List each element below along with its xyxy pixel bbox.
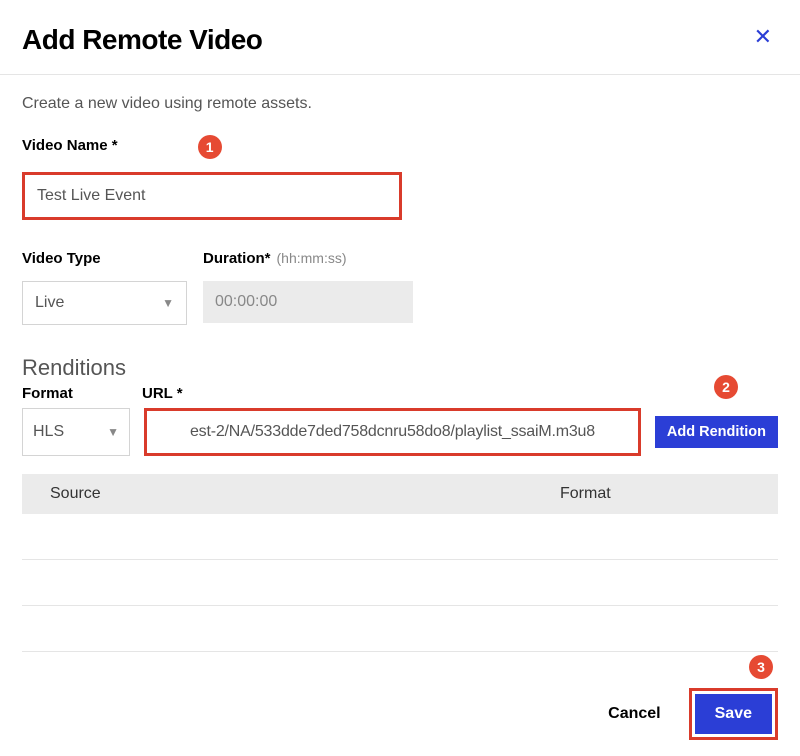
chevron-down-icon: ▼	[162, 296, 174, 310]
rendition-url-input[interactable]	[147, 411, 638, 453]
url-column-label: URL * 2	[142, 385, 778, 402]
annotation-badge-1: 1	[198, 135, 222, 159]
format-column-label: Format	[22, 385, 142, 402]
table-row	[22, 606, 778, 652]
dialog-body: Create a new video using remote assets. …	[0, 75, 800, 652]
dialog-title: Add Remote Video	[22, 24, 262, 56]
table-column-format: Format	[560, 485, 750, 503]
renditions-table: Source Format	[22, 474, 778, 652]
duration-label: Duration*	[203, 250, 271, 267]
video-name-label: Video Name *	[22, 137, 118, 154]
close-icon[interactable]: ✕	[748, 24, 778, 50]
table-column-source: Source	[50, 485, 560, 503]
dialog-footer: Cancel 3 Save	[590, 688, 778, 740]
renditions-title: Renditions	[22, 355, 778, 381]
table-header: Source Format	[22, 474, 778, 514]
chevron-down-icon: ▼	[107, 425, 119, 439]
table-row	[22, 514, 778, 560]
video-type-select[interactable]: Live ▼	[22, 281, 187, 325]
duration-hint: (hh:mm:ss)	[277, 250, 347, 266]
rendition-format-value: HLS	[33, 423, 64, 441]
rendition-format-select[interactable]: HLS ▼	[22, 408, 130, 456]
dialog-header: Add Remote Video ✕	[0, 0, 800, 75]
table-row	[22, 560, 778, 606]
annotation-badge-2: 2	[714, 375, 738, 399]
rendition-url-highlight	[144, 408, 641, 456]
annotation-badge-3: 3	[749, 655, 773, 679]
video-name-input[interactable]	[25, 175, 399, 217]
save-button[interactable]: Save	[695, 694, 772, 734]
video-type-label: Video Type	[22, 250, 187, 267]
video-name-highlight	[22, 172, 402, 220]
add-rendition-button[interactable]: Add Rendition	[655, 416, 778, 448]
intro-text: Create a new video using remote assets.	[22, 95, 778, 113]
save-highlight: 3 Save	[689, 688, 778, 740]
duration-input[interactable]	[203, 281, 413, 323]
video-type-value: Live	[35, 294, 64, 312]
cancel-button[interactable]: Cancel	[590, 693, 678, 735]
